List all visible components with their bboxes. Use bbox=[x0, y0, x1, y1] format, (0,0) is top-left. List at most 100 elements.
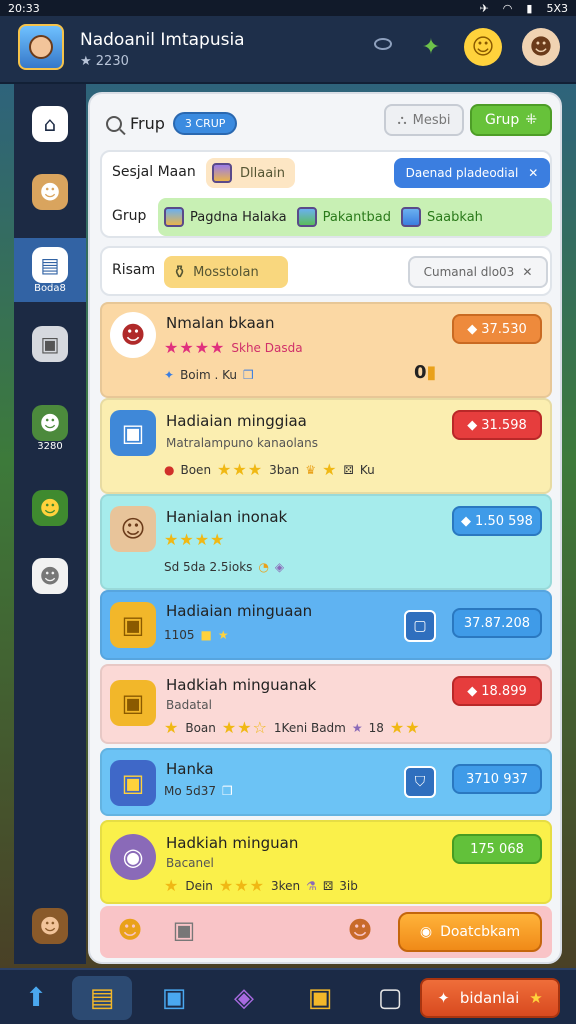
row-meta-label-3: 3ib bbox=[339, 878, 358, 893]
nav-gift-icon[interactable]: ▢ bbox=[360, 976, 420, 1020]
chest-icon: ▣ bbox=[110, 760, 156, 806]
store-icon: ▤ bbox=[32, 246, 68, 283]
sidebar-item-home[interactable]: ⌂ bbox=[14, 92, 86, 156]
mesbi-button-label: Mesbi bbox=[412, 112, 451, 128]
sidebar-item-boda[interactable]: ▤ Boda8 bbox=[14, 238, 86, 302]
filter-label-group: Grup bbox=[112, 208, 147, 224]
nav-crate-icon[interactable]: ▣ bbox=[290, 976, 350, 1020]
sidebar-item-box[interactable]: ▣ bbox=[14, 312, 86, 376]
price-button[interactable]: 37.87.208 bbox=[452, 608, 542, 638]
star-icon: ★ bbox=[322, 460, 338, 479]
tag-icon: ⛬ bbox=[397, 112, 407, 128]
list-item[interactable]: ▣ Hadiaian minggiaa Matralampuno kanaola… bbox=[100, 398, 552, 494]
home-icon: ⌂ bbox=[32, 106, 68, 142]
mesbi-button[interactable]: ⛬ Mesbi bbox=[384, 104, 464, 136]
nav-chest-icon[interactable]: ▣ bbox=[144, 976, 204, 1020]
avatar-face-icon bbox=[29, 35, 53, 59]
robot-icon[interactable]: ▣ bbox=[164, 910, 204, 950]
price-button[interactable]: 3710 937 bbox=[452, 764, 542, 794]
shield-button[interactable]: ⛉ bbox=[404, 766, 436, 798]
list-item[interactable]: ▣ Hadiaian minguaan 1105 ■ ★ ▢ 37.87.208 bbox=[100, 590, 552, 660]
eye-icon[interactable] bbox=[374, 38, 392, 50]
group-count-pill[interactable]: 3 CRUP bbox=[172, 112, 238, 135]
cube-icon: ❒ bbox=[242, 368, 254, 382]
sidebar: ⌂ ☻ ▤ Boda8 ▣ ☻ 3280 ☻ ☻ ☻ bbox=[14, 84, 86, 964]
bottom-nav: ⬆ ▤ ▣ ◈ ▣ ▢ ✦ bidanlai ★ bbox=[0, 968, 576, 1024]
profile-icon[interactable]: ☻ bbox=[522, 28, 560, 66]
price-button[interactable]: ◆ 37.530 bbox=[452, 314, 542, 344]
medal-icon: ◉ bbox=[419, 924, 433, 940]
rocket-icon[interactable]: ✦ bbox=[412, 28, 450, 66]
player-avatar[interactable] bbox=[18, 24, 64, 70]
sidebar-item-soldier[interactable]: ☻ 3280 bbox=[14, 396, 86, 460]
group-option-2-label: Pakantbad bbox=[322, 209, 391, 225]
group-option-1[interactable]: Pagdna Halaka bbox=[164, 207, 287, 227]
cube-icon: ❒ bbox=[222, 784, 233, 798]
row-meta-label-2: 1Keni Badm bbox=[273, 720, 346, 735]
smiley-icon[interactable]: ☺ bbox=[464, 28, 502, 66]
elf-icon: ☻ bbox=[32, 490, 68, 526]
list-item[interactable]: ☻ Nmalan bkaan ★★★★ Skhe Dasda ✦ Boim . … bbox=[100, 302, 552, 398]
nav-folder-icon[interactable]: ▤ bbox=[72, 976, 132, 1020]
price-label: 37.87.208 bbox=[463, 615, 531, 631]
group-button[interactable]: Grup ⁜ bbox=[470, 104, 552, 136]
row-rating-label: Skhe Dasda bbox=[231, 340, 303, 355]
nav-featured-button[interactable]: ✦ bidanlai ★ bbox=[420, 978, 560, 1018]
row-title: Hadiaian minguaan bbox=[166, 602, 313, 620]
price-label: 3710 937 bbox=[465, 771, 529, 787]
price-button[interactable]: 175 068 bbox=[452, 834, 542, 864]
price-button[interactable]: ◆ 31.598 bbox=[452, 410, 542, 440]
row-meta: Sd 5da 2.5ioks ◔ ◈ bbox=[164, 560, 284, 574]
sidebar-item-character[interactable]: ☻ bbox=[14, 160, 86, 224]
box-icon: ▣ bbox=[32, 326, 68, 362]
jar-icon bbox=[296, 207, 317, 227]
group-option-3[interactable]: Saabkah bbox=[400, 207, 483, 227]
row-meta-label: Dein bbox=[185, 878, 213, 893]
row-meta: ✦ Boim . Ku ❒ bbox=[164, 368, 254, 382]
row-meta-label: Boan bbox=[185, 720, 216, 735]
row-rating: ★★★★ Skhe Dasda bbox=[164, 338, 303, 357]
filter-clear-button[interactable]: Daenad pladeodial ✕ bbox=[394, 158, 550, 188]
group-option-1-label: Pagdna Halaka bbox=[190, 209, 287, 225]
footer-action-label: Doatcbkam bbox=[440, 924, 521, 940]
nav-upgrade-icon[interactable]: ⬆ bbox=[6, 976, 66, 1020]
main-panel: Frup 3 CRUP ⛬ Mesbi Grup ⁜ Sesjal Maan D… bbox=[88, 92, 562, 964]
group-option-3-label: Saabkah bbox=[426, 209, 483, 225]
sidebar-coins: 3280 bbox=[37, 440, 63, 452]
group-option-2[interactable]: Pakantbad bbox=[296, 207, 391, 227]
sidebar-item-elf[interactable]: ☻ bbox=[14, 476, 86, 540]
price-label: 37.530 bbox=[481, 321, 527, 337]
chest-icon bbox=[164, 207, 184, 227]
row-meta-label: 1105 bbox=[164, 628, 195, 642]
list-item[interactable]: ☺ Hanialan inonak ★★★★ Sd 5da 2.5ioks ◔ … bbox=[100, 494, 552, 590]
row-rating: ★★★★ bbox=[164, 530, 225, 549]
panel-header: Frup 3 CRUP bbox=[106, 112, 238, 135]
search-icon[interactable] bbox=[106, 115, 122, 132]
share-button[interactable]: ▢ bbox=[404, 610, 436, 642]
footer-action-button[interactable]: ◉ Doatcbkam bbox=[398, 912, 542, 952]
list-item[interactable]: ◉ Hadkiah minguan Bacanel ★ Dein ★★★ 3ke… bbox=[100, 820, 552, 904]
nav-box-icon[interactable]: ◈ bbox=[214, 976, 274, 1020]
group-button-label: Grup bbox=[484, 112, 520, 128]
price-button[interactable]: ◆ 18.899 bbox=[452, 676, 542, 706]
row-title: Hanka bbox=[166, 760, 214, 778]
status-right-text: 5X3 bbox=[546, 1, 568, 15]
sidebar-item-pet[interactable]: ☻ bbox=[14, 894, 86, 958]
wifi-icon: ◠ bbox=[502, 1, 513, 15]
list-item[interactable]: ▣ Hadkiah minguanak Badatal ★ Boan ★★☆ 1… bbox=[100, 664, 552, 744]
sort-chip[interactable]: ⚱ Mosstolan bbox=[164, 256, 288, 288]
footer-row: ☻ ▣ ☻ ◉ Doatcbkam bbox=[100, 906, 552, 958]
filter-chip[interactable]: Dllaain bbox=[206, 158, 296, 188]
clock-icon: ◔ bbox=[258, 560, 269, 574]
list-item[interactable]: ▣ Hanka Mo 5d37 ❒ ⛉ 3710 937 bbox=[100, 748, 552, 816]
price-button[interactable]: ◆ 1.50 598 bbox=[452, 506, 542, 536]
fox-icon[interactable]: ☻ bbox=[340, 910, 380, 950]
row-title: Hadkiah minguan bbox=[166, 834, 299, 852]
sort-order-button[interactable]: Cumanal dlo03 ✕ bbox=[408, 256, 548, 288]
close-icon: ✕ bbox=[528, 166, 539, 180]
hero-icon[interactable]: ☻ bbox=[110, 910, 150, 950]
sidebar-item-ghost[interactable]: ☻ bbox=[14, 544, 86, 608]
row-meta-label: Boen bbox=[180, 462, 212, 477]
star-icon: ★ bbox=[164, 876, 180, 895]
top-bar: Nadoanil Imtapusia ★ 2230 ✦ ☺ ☻ bbox=[0, 16, 576, 84]
